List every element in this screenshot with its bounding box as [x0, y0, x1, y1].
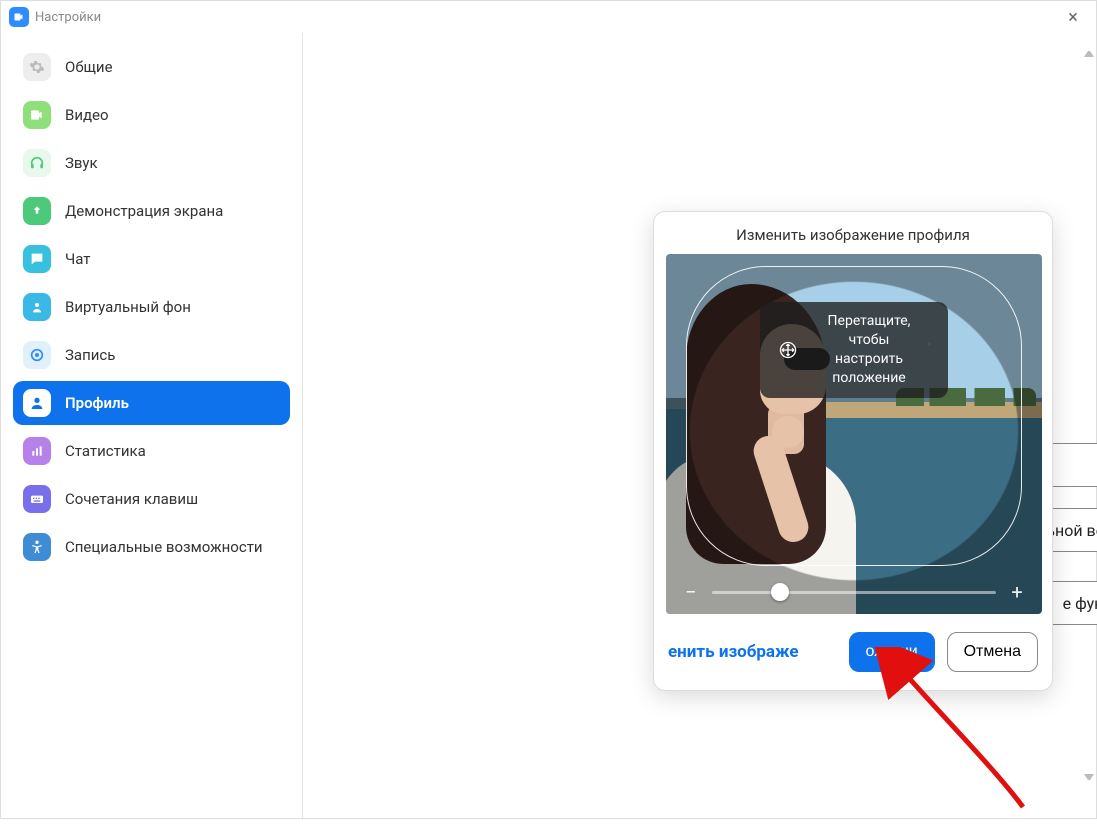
sidebar-item-label: Профиль: [65, 394, 129, 412]
zoom-app-icon: [9, 7, 29, 27]
headphones-icon: [23, 149, 51, 177]
drag-tip-text: Перетащите, чтобы настроить положение: [808, 312, 930, 388]
vertical-scrollbar[interactable]: [1086, 43, 1096, 788]
accessibility-icon: [23, 533, 51, 561]
titlebar: Настройки ×: [1, 1, 1096, 33]
sidebar-item-label: Статистика: [65, 442, 146, 460]
settings-sidebar: Общие Видео Звук Демонстрация экрана Чат: [1, 33, 303, 818]
sidebar-item-virtual-background[interactable]: Виртуальный фон: [13, 285, 290, 329]
sidebar-item-video[interactable]: Видео: [13, 93, 290, 137]
video-icon: [23, 101, 51, 129]
modal-actions: енить изображе охрани Отмена: [654, 614, 1052, 690]
cancel-button[interactable]: Отмена: [947, 632, 1038, 672]
sidebar-item-audio[interactable]: Звук: [13, 141, 290, 185]
sidebar-item-label: Специальные возможности: [65, 538, 263, 556]
sidebar-item-label: Видео: [65, 106, 109, 124]
close-window-button[interactable]: ×: [1058, 7, 1088, 28]
share-screen-icon: [23, 197, 51, 225]
modal-title: Изменить изображение профиля: [654, 212, 1052, 254]
sidebar-item-chat[interactable]: Чат: [13, 237, 290, 281]
sidebar-item-label: Звук: [65, 154, 98, 172]
profile-content: икина филь льной версии е функции Измени…: [303, 33, 1096, 818]
zoom-slider[interactable]: − +: [666, 582, 1042, 602]
sidebar-item-profile[interactable]: Профиль: [13, 381, 290, 425]
image-crop-area[interactable]: Перетащите, чтобы настроить положение − …: [666, 254, 1042, 614]
zoom-track[interactable]: [712, 591, 996, 594]
sidebar-item-label: Сочетания клавиш: [65, 490, 198, 508]
sidebar-item-label: Общие: [65, 58, 113, 76]
drag-tip-overlay: Перетащите, чтобы настроить положение: [760, 302, 948, 398]
change-image-link[interactable]: енить изображе: [668, 642, 799, 662]
keyboard-icon: [23, 485, 51, 513]
sidebar-item-label: Виртуальный фон: [65, 298, 191, 316]
window-title: Настройки: [35, 10, 101, 25]
sidebar-item-label: Запись: [65, 346, 115, 364]
change-profile-image-modal: Изменить изображение профиля: [653, 211, 1053, 691]
sidebar-item-keyboard-shortcuts[interactable]: Сочетания клавиш: [13, 477, 290, 521]
zoom-out-button[interactable]: −: [682, 582, 700, 602]
zoom-thumb[interactable]: [771, 583, 789, 601]
statistics-icon: [23, 437, 51, 465]
profile-icon: [23, 389, 51, 417]
save-button[interactable]: охрани: [849, 632, 935, 672]
zoom-in-button[interactable]: +: [1008, 582, 1026, 602]
sidebar-item-general[interactable]: Общие: [13, 45, 290, 89]
chat-icon: [23, 245, 51, 273]
virtual-background-icon: [23, 293, 51, 321]
sidebar-item-label: Демонстрация экрана: [65, 202, 223, 220]
sidebar-item-accessibility[interactable]: Специальные возможности: [13, 525, 290, 569]
sidebar-item-statistics[interactable]: Статистика: [13, 429, 290, 473]
gear-icon: [23, 53, 51, 81]
sidebar-item-recording[interactable]: Запись: [13, 333, 290, 377]
sidebar-item-share-screen[interactable]: Демонстрация экрана: [13, 189, 290, 233]
sidebar-item-label: Чат: [65, 250, 91, 268]
move-icon: [778, 340, 798, 360]
record-icon: [23, 341, 51, 369]
